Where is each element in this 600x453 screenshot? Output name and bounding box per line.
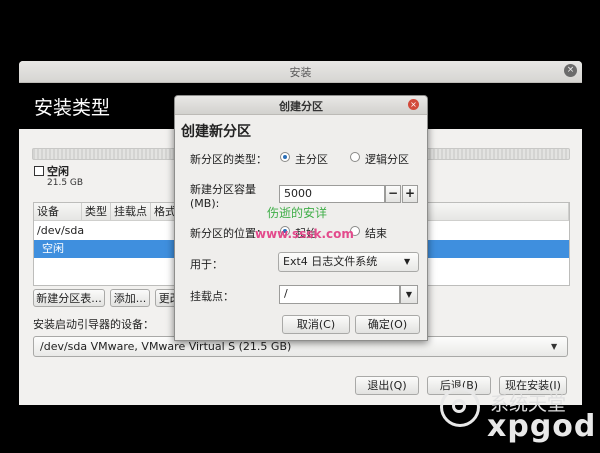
column-header-device[interactable]: 设备 (34, 203, 82, 221)
chevron-down-icon: ▼ (551, 342, 558, 351)
free-space-swatch (34, 166, 44, 176)
size-label-line2: (MB): (190, 197, 220, 210)
use-as-label: 用于： (190, 258, 223, 271)
add-partition-button[interactable]: 添加... (110, 289, 150, 307)
window-title: 安装 (289, 66, 312, 79)
dialog-titlebar: 创建分区 × (175, 96, 427, 115)
mount-point-dropdown-icon[interactable]: ▼ (400, 285, 418, 304)
cancel-button[interactable]: 取消(C) (282, 315, 350, 334)
column-header-mount[interactable]: 挂载点 (111, 203, 151, 221)
free-space-size: 21.5 GB (47, 178, 84, 188)
bootloader-label: 安装启动引导器的设备： (33, 318, 154, 331)
column-header-type[interactable]: 类型 (82, 203, 111, 221)
partition-type-label: 新分区的类型： (190, 153, 267, 166)
size-decrement-button[interactable]: − (385, 185, 401, 203)
radio-logical-label: 逻辑分区 (365, 153, 409, 166)
radio-end-label: 结束 (365, 227, 387, 240)
watermark-text: 伤逝的安详 (267, 206, 328, 220)
radio-primary[interactable] (280, 152, 290, 162)
site-logo-wordmark: xpgod (487, 409, 597, 444)
new-partition-table-button[interactable]: 新建分区表... (33, 289, 105, 307)
site-logo-inner-icon (452, 399, 466, 413)
radio-logical[interactable] (350, 152, 360, 162)
dialog-title: 创建分区 (279, 100, 323, 113)
mount-point-label: 挂载点： (190, 290, 234, 303)
watermark-url: www.sssk.com (255, 227, 354, 241)
use-as-select[interactable]: Ext4 日志文件系统 ▼ (278, 252, 419, 272)
radio-primary-label: 主分区 (295, 153, 328, 166)
quit-button[interactable]: 退出(Q) (355, 376, 419, 395)
size-increment-button[interactable]: + (402, 185, 418, 203)
mount-point-input[interactable]: / (279, 285, 400, 304)
bootloader-value: /dev/sda VMware, VMware Virtual S (21.5 … (40, 340, 292, 353)
window-titlebar: 安装 × (19, 61, 582, 83)
size-input[interactable]: 5000 (279, 185, 385, 203)
row-label: /dev/sda (37, 224, 85, 237)
ok-button[interactable]: 确定(O) (355, 315, 420, 334)
dialog-close-icon[interactable]: × (408, 99, 419, 110)
use-as-value: Ext4 日志文件系统 (283, 255, 378, 268)
window-close-icon[interactable]: × (564, 64, 577, 77)
size-label: 新建分区容量 (MB): (190, 181, 256, 210)
dialog-heading: 创建新分区 (181, 124, 251, 140)
chevron-down-icon: ▼ (404, 257, 411, 266)
size-label-line1: 新建分区容量 (190, 183, 256, 196)
row-label: 空闲 (42, 242, 64, 255)
free-space-label: 空闲 (47, 165, 69, 178)
page-title: 安装类型 (34, 97, 111, 119)
